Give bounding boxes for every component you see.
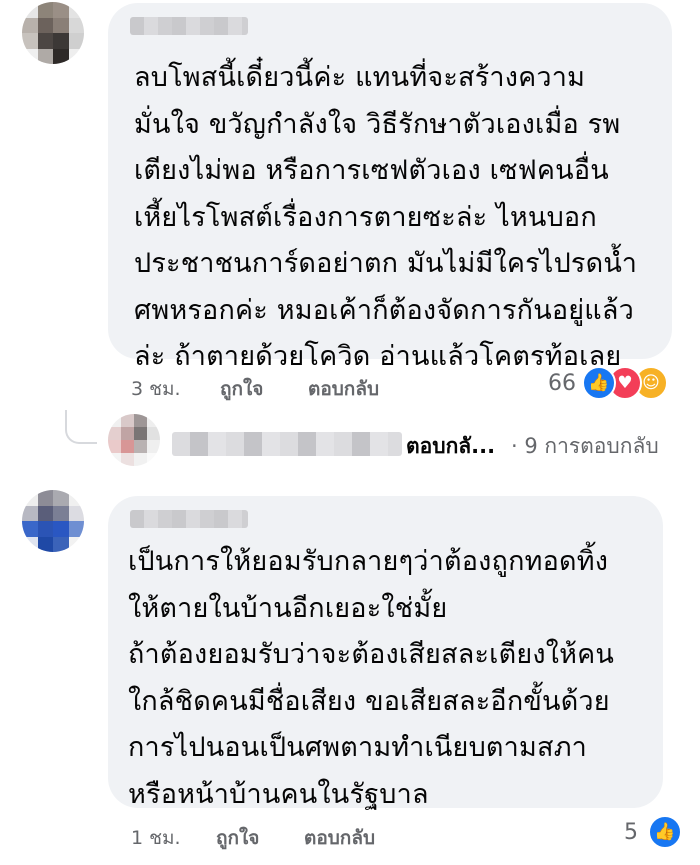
like-label: ถูกใจ <box>220 378 264 400</box>
reply-label: ตอบกลับ <box>304 827 376 849</box>
reply-button[interactable]: ตอบกลับ <box>308 374 379 404</box>
like-icon: 👍 <box>648 815 682 849</box>
commenter-avatar[interactable] <box>22 2 84 64</box>
thread-connector <box>65 410 97 444</box>
commenter-name[interactable] <box>130 510 248 528</box>
like-label: ถูกใจ <box>216 827 260 849</box>
commenter-name[interactable] <box>130 17 248 35</box>
like-button[interactable]: ถูกใจ <box>216 823 259 853</box>
comment-text: เป็นการให้ยอมรับกลายๆว่าต้องถูกทอดทิ้ง ใ… <box>128 546 615 810</box>
comment-bubble: ลบโพสนี้เดี๋ยวนี้ค่ะ แทนที่จะสร้างความ ม… <box>108 3 672 372</box>
reply-label: ตอบกลับ <box>308 378 380 400</box>
reaction-count[interactable]: 66 <box>548 371 576 396</box>
like-button[interactable]: ถูกใจ <box>220 374 263 404</box>
comment-timestamp[interactable]: 1 ชม. <box>131 823 181 853</box>
commenter-avatar[interactable] <box>22 490 84 552</box>
comment-bubble: เป็นการให้ยอมรับกลายๆว่าต้องถูกทอดทิ้ง ใ… <box>108 496 663 810</box>
reactions-summary[interactable]: 👍 <box>648 815 688 851</box>
reply-button[interactable]: ตอบกลับ <box>304 823 375 853</box>
view-replies-link[interactable]: ตอบกลั... · 9 การตอบกลับ <box>406 430 686 460</box>
reply-avatar[interactable] <box>108 414 160 466</box>
comment-text: ลบโพสนี้เดี๋ยวนี้ค่ะ แทนที่จะสร้างความ ม… <box>134 62 638 372</box>
reaction-count[interactable]: 5 <box>624 820 638 845</box>
reply-author-name[interactable] <box>172 432 402 456</box>
comment-timestamp[interactable]: 3 ชม. <box>131 374 181 404</box>
reactions-summary[interactable]: 👍 ♥ ☺ <box>582 366 692 402</box>
reply-count: · 9 การตอบกลับ <box>511 434 659 458</box>
like-icon: 👍 <box>582 366 616 400</box>
reply-thread-label: ตอบกลั... <box>406 434 496 458</box>
